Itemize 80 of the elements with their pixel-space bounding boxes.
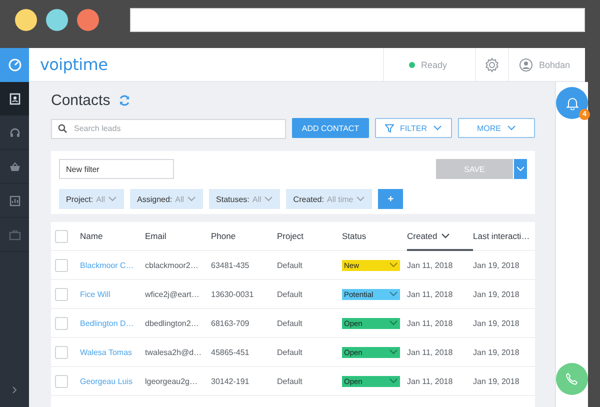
- table-cell: dbedlington2…: [145, 318, 199, 328]
- table-cell: Default: [277, 318, 302, 328]
- table-cell: 30142-191: [211, 376, 250, 386]
- table-cell: Default: [277, 260, 302, 270]
- sidebar-item[interactable]: [0, 82, 29, 116]
- table-cell: Default: [277, 290, 302, 298]
- table-cell: Default: [277, 348, 302, 356]
- filter-name-field[interactable]: New filter: [59, 159, 174, 179]
- page-title: Contacts: [51, 92, 110, 108]
- phone-icon: [565, 372, 579, 386]
- table-cell: cblackmoor2…: [145, 260, 198, 270]
- table-cell: 63481-435: [211, 260, 250, 270]
- sort-caret-icon[interactable]: [441, 232, 450, 238]
- window-control[interactable]: [77, 9, 99, 31]
- column-header[interactable]: Status: [342, 231, 366, 241]
- filter-chip[interactable]: Assigned: All: [130, 189, 204, 209]
- window-control[interactable]: [46, 9, 68, 31]
- gauge-icon: [8, 58, 22, 72]
- table-cell: 45865-451: [211, 348, 250, 356]
- caret-icon: [516, 166, 525, 172]
- user-avatar-icon: [518, 58, 533, 72]
- table-cell: lgeorgeau2g…: [145, 376, 198, 386]
- filter-chip[interactable]: Created: All time: [286, 189, 372, 209]
- briefcase-icon: [8, 228, 20, 240]
- table-cell: Jan 19, 2018: [473, 260, 520, 270]
- table-cell: wfice2j@eart…: [145, 290, 200, 298]
- table-cell: Jan 19, 2018: [473, 290, 520, 298]
- window-control[interactable]: [15, 9, 37, 31]
- caret-icon: [187, 196, 196, 202]
- checkbox[interactable]: [55, 230, 68, 242]
- save-options-button[interactable]: [514, 159, 527, 179]
- refresh-icon[interactable]: [118, 94, 132, 106]
- table-cell: Jan 11, 2018: [407, 376, 453, 386]
- caret-icon: [389, 320, 398, 326]
- search-icon: [58, 124, 67, 133]
- checkbox[interactable]: [55, 316, 68, 330]
- funnel-icon: [385, 124, 394, 132]
- basket-icon: [8, 160, 20, 172]
- table-cell: Jan 11, 2018: [407, 318, 453, 328]
- table-cell: Default: [277, 376, 302, 386]
- caret-icon: [389, 262, 398, 268]
- table-cell: Jan 11, 2018: [407, 348, 453, 356]
- caret-icon: [356, 196, 366, 202]
- caret-icon: [264, 196, 274, 202]
- column-header[interactable]: Name: [80, 231, 103, 241]
- table-cell: Jan 11, 2018: [407, 290, 453, 298]
- table-cell: Jan 19, 2018: [473, 318, 520, 328]
- filter-chip[interactable]: Project: All: [59, 189, 124, 209]
- logo: voiptime: [39, 55, 109, 74]
- filter-chip[interactable]: Statuses: All: [209, 189, 280, 209]
- checkbox[interactable]: [55, 374, 68, 388]
- headset-icon: [8, 126, 20, 138]
- chart-icon: [8, 194, 20, 206]
- table-cell: Jan 11, 2018: [407, 260, 453, 270]
- caret-icon: [389, 378, 398, 384]
- table-cell: Jan 19, 2018: [473, 376, 520, 386]
- column-header[interactable]: Last interacti…: [473, 231, 530, 241]
- checkbox[interactable]: [55, 346, 68, 358]
- status-label: Ready: [420, 60, 447, 70]
- call-button[interactable]: [556, 363, 588, 395]
- chevron-right-icon[interactable]: [12, 386, 17, 394]
- settings-icon[interactable]: [484, 56, 500, 72]
- table-cell: Jan 19, 2018: [473, 348, 520, 356]
- caret-icon: [389, 291, 398, 297]
- bell-icon: [566, 96, 578, 110]
- checkbox[interactable]: [55, 288, 68, 300]
- column-header[interactable]: Email: [145, 231, 166, 241]
- caret-icon: [507, 125, 516, 131]
- table-cell: twalesa2h@d…: [145, 348, 202, 356]
- column-header[interactable]: Created: [407, 230, 438, 240]
- caret-icon: [389, 349, 398, 355]
- contact-card-icon: [8, 92, 20, 104]
- caret-icon: [108, 196, 118, 202]
- checkbox[interactable]: [55, 258, 68, 272]
- search-field[interactable]: Search leads: [51, 118, 286, 138]
- caret-icon: [432, 125, 442, 131]
- column-header[interactable]: Project: [277, 231, 304, 241]
- column-header[interactable]: Phone: [211, 231, 236, 241]
- table-cell: 13630-0031: [211, 290, 254, 298]
- table-cell: 68163-709: [211, 318, 250, 328]
